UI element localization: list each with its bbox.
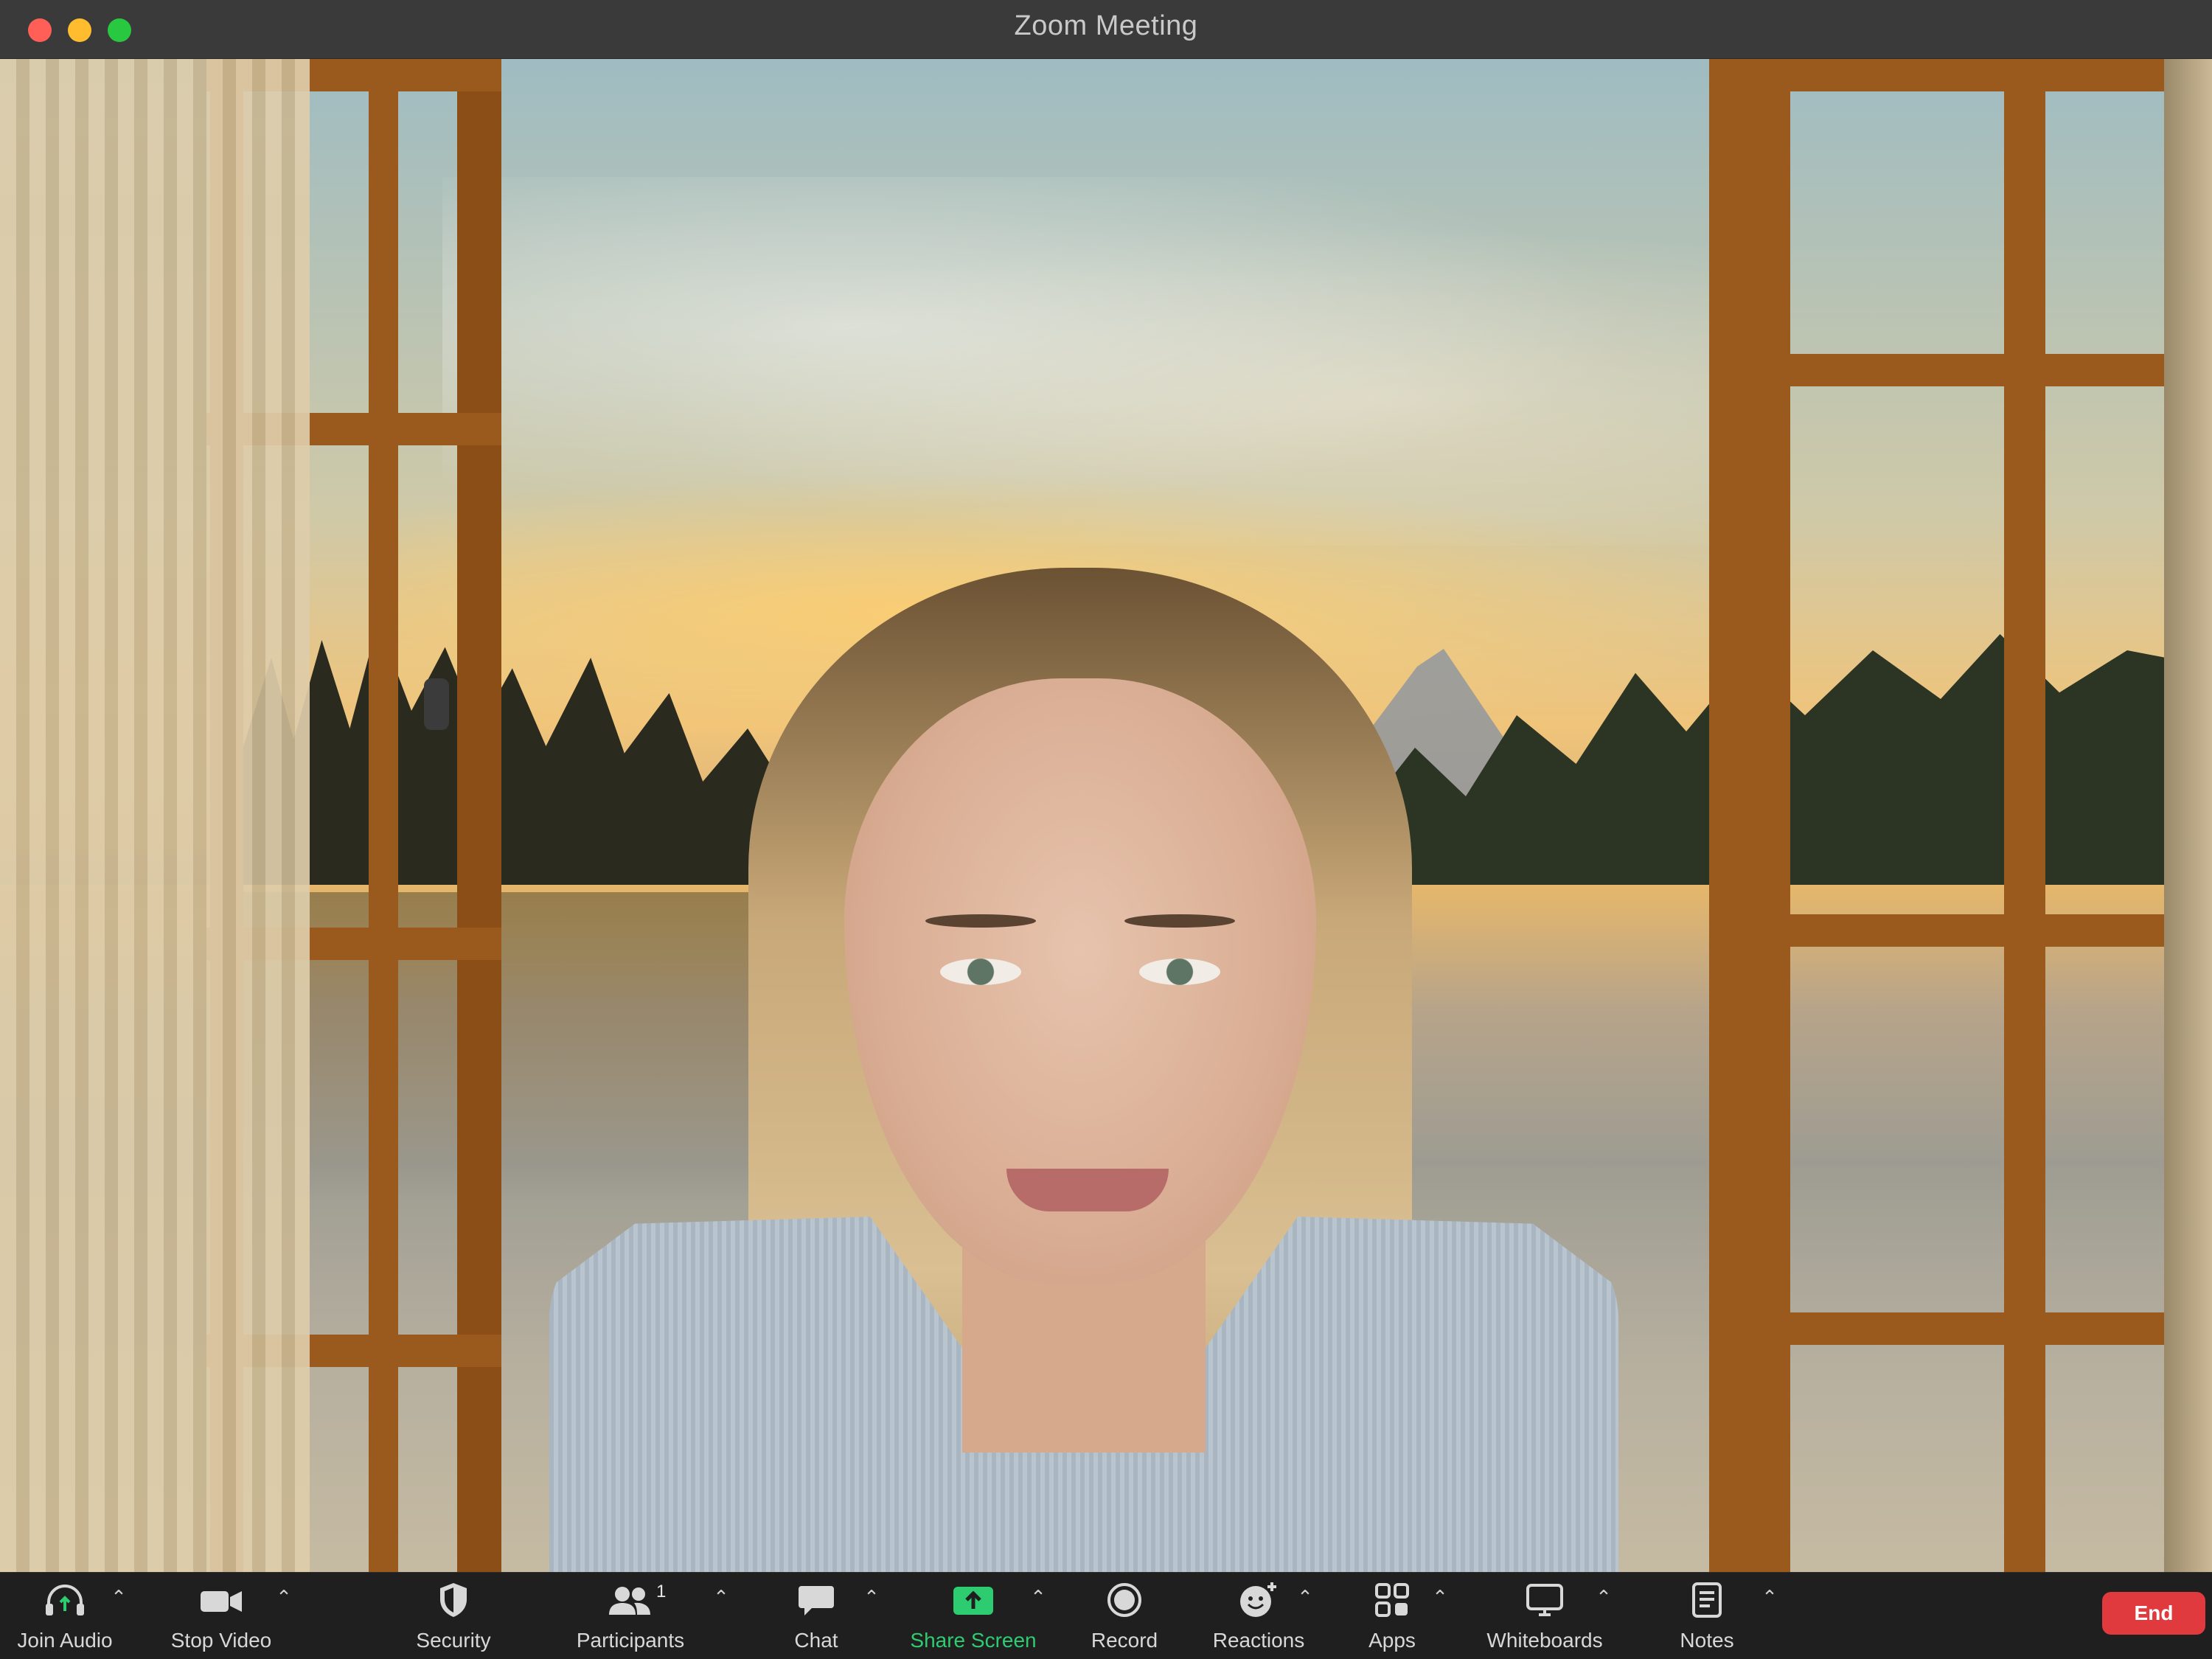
participant-face [844, 678, 1316, 1283]
headphones-icon [43, 1573, 87, 1627]
share-screen-options-chevron-up-icon[interactable]: ⌃ [1027, 1586, 1049, 1608]
reactions-button[interactable]: Reactions [1209, 1573, 1308, 1659]
join-audio-options-chevron-up-icon[interactable]: ⌃ [108, 1586, 130, 1608]
share-screen-icon [952, 1573, 995, 1627]
stop-video-button[interactable]: Stop Video [162, 1573, 280, 1659]
participant-count-badge: 1 [656, 1582, 667, 1601]
window-frame-right-rail-2 [1709, 914, 2212, 947]
stop-video-label: Stop Video [170, 1629, 272, 1652]
whiteboard-icon [1526, 1573, 1564, 1627]
whiteboards-label: Whiteboards [1486, 1629, 1603, 1652]
title-bar: Zoom Meeting [0, 0, 2212, 59]
apps-options-chevron-up-icon[interactable]: ⌃ [1429, 1586, 1451, 1608]
end-meeting-button[interactable]: End [2102, 1592, 2205, 1635]
window-title: Zoom Meeting [1014, 10, 1198, 41]
window-frame-right-post-2 [2004, 59, 2045, 1572]
people-icon [608, 1573, 653, 1627]
apps-label: Apps [1368, 1629, 1416, 1652]
participant-left-eye [940, 959, 1021, 985]
participant-left-brow [925, 914, 1036, 928]
security-label: Security [416, 1629, 491, 1652]
window-frame-right-rail-3 [1709, 1312, 2212, 1345]
chat-options-chevron-up-icon[interactable]: ⌃ [860, 1586, 883, 1608]
participants-label: Participants [576, 1629, 685, 1652]
share-screen-label: Share Screen [910, 1629, 1037, 1652]
notes-label: Notes [1680, 1629, 1734, 1652]
participant-right-brow [1124, 914, 1235, 928]
curtain-left [0, 59, 310, 1572]
join-audio-button[interactable]: Join Audio [13, 1573, 116, 1659]
window-frame-right-rail-top [1709, 59, 2212, 91]
video-camera-icon [199, 1573, 243, 1627]
whiteboards-options-chevron-up-icon[interactable]: ⌃ [1593, 1586, 1615, 1608]
share-screen-button[interactable]: Share Screen [910, 1573, 1037, 1659]
record-button[interactable]: Record [1077, 1573, 1172, 1659]
window-handle [424, 678, 449, 730]
participant-right-eye [1139, 959, 1220, 985]
record-label: Record [1091, 1629, 1158, 1652]
meeting-toolbar: Join Audio ⌃ Stop Video ⌃ Security Parti… [0, 1572, 2212, 1659]
video-stage [0, 59, 2212, 1572]
join-audio-label: Join Audio [17, 1629, 113, 1652]
apps-icon [1374, 1573, 1411, 1627]
notes-button[interactable]: Notes [1666, 1573, 1747, 1659]
smiley-plus-icon [1238, 1573, 1279, 1627]
notes-options-chevron-up-icon[interactable]: ⌃ [1759, 1586, 1781, 1608]
participant-smile [1006, 1169, 1169, 1211]
record-icon [1106, 1573, 1143, 1627]
window-frame-right-rail-1 [1709, 354, 2212, 386]
chat-bubble-icon [797, 1573, 835, 1627]
reactions-options-chevron-up-icon[interactable]: ⌃ [1294, 1586, 1316, 1608]
chat-label: Chat [794, 1629, 838, 1652]
shield-icon [437, 1573, 470, 1627]
window-frame-right [1709, 59, 2212, 1572]
participants-options-chevron-up-icon[interactable]: ⌃ [710, 1586, 732, 1608]
participant-video [549, 568, 1618, 1572]
reactions-label: Reactions [1212, 1629, 1305, 1652]
video-options-chevron-up-icon[interactable]: ⌃ [273, 1586, 295, 1608]
participants-button[interactable]: Participants [575, 1573, 686, 1659]
security-button[interactable]: Security [402, 1573, 505, 1659]
notes-icon [1691, 1573, 1723, 1627]
chat-button[interactable]: Chat [774, 1573, 858, 1659]
curtain-right [2164, 59, 2212, 1572]
apps-button[interactable]: Apps [1349, 1573, 1435, 1659]
window-frame-right-post-1 [1709, 59, 1790, 1572]
whiteboards-button[interactable]: Whiteboards [1482, 1573, 1607, 1659]
